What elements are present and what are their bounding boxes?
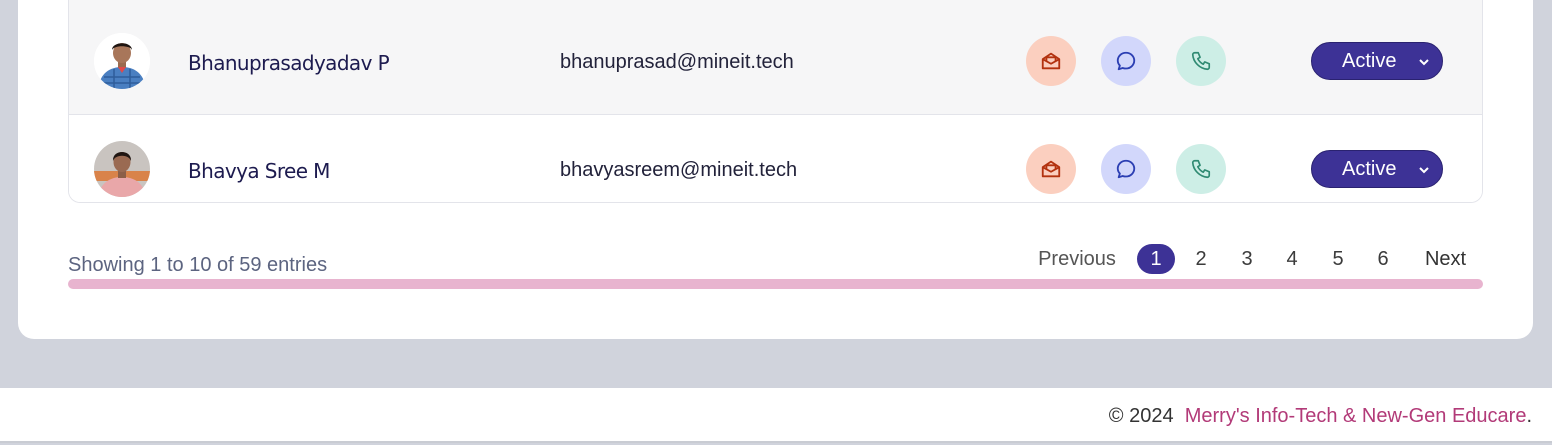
company-link[interactable]: Merry's Info-Tech & New-Gen Educare	[1185, 405, 1527, 427]
table-row: Bhanuprasadyadav P bhanuprasad@mineit.te…	[69, 8, 1482, 115]
user-email: bhavyasreem@mineit.tech	[560, 159, 798, 181]
phone-icon[interactable]	[1176, 36, 1226, 86]
page-6-button[interactable]: 6	[1364, 244, 1402, 274]
table-row: Bhavya Sree M bhavyasreem@mineit.tech Ac…	[69, 116, 1482, 202]
mail-open-icon[interactable]	[1026, 36, 1076, 86]
page-3-button[interactable]: 3	[1228, 244, 1266, 274]
footer-text: © 2024 Merry's Info-Tech & New-Gen Educa…	[1109, 405, 1532, 428]
user-email: bhanuprasad@mineit.tech	[560, 51, 794, 73]
chat-bubble-icon[interactable]	[1101, 36, 1151, 86]
page-5-button[interactable]: 5	[1319, 244, 1357, 274]
mail-open-icon[interactable]	[1026, 144, 1076, 194]
avatar	[94, 141, 150, 197]
previous-page-button[interactable]: Previous	[1030, 244, 1124, 274]
phone-icon[interactable]	[1176, 144, 1226, 194]
status-dropdown[interactable]: Active	[1311, 42, 1443, 80]
status-label: Active	[1342, 157, 1397, 180]
chevron-down-icon	[1418, 163, 1430, 181]
avatar	[94, 33, 150, 89]
copyright-text: © 2024	[1108, 405, 1174, 427]
chevron-down-icon	[1418, 55, 1430, 73]
user-name: Bhanuprasadyadav P	[188, 51, 390, 75]
page-1-button[interactable]: 1	[1137, 244, 1175, 274]
chat-bubble-icon[interactable]	[1101, 144, 1151, 194]
footer: © 2024 Merry's Info-Tech & New-Gen Educa…	[0, 388, 1552, 443]
users-table: Bhanuprasadyadav P bhanuprasad@mineit.te…	[68, 0, 1483, 203]
page-2-button[interactable]: 2	[1182, 244, 1220, 274]
user-name: Bhavya Sree M	[188, 159, 330, 183]
status-dropdown[interactable]: Active	[1311, 150, 1443, 188]
footer-period: .	[1526, 405, 1532, 427]
status-label: Active	[1342, 49, 1397, 72]
table-scrollbar[interactable]	[68, 279, 1483, 289]
entries-info: Showing 1 to 10 of 59 entries	[68, 254, 328, 276]
next-page-button[interactable]: Next	[1418, 244, 1473, 274]
page-4-button[interactable]: 4	[1273, 244, 1311, 274]
